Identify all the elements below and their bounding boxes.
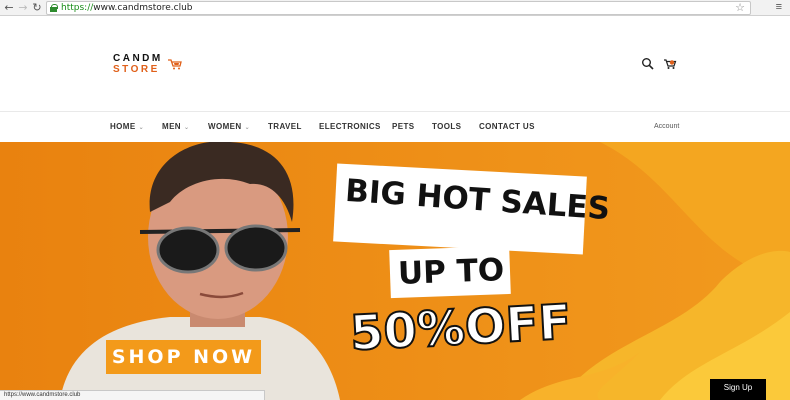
url-host: www.candmstore.club: [93, 3, 193, 13]
nav-item-contact[interactable]: CONTACT US: [479, 122, 535, 131]
browser-toolbar: ← → ↻ https://www.candmstore.club ☆ ≡: [0, 0, 790, 16]
browser-menu-icon[interactable]: ≡: [776, 1, 782, 13]
nav-label: CONTACT US: [479, 122, 535, 131]
nav-label: TRAVEL: [268, 122, 302, 131]
promo-subline: UP TO: [397, 252, 505, 292]
url-text: https://www.candmstore.club: [61, 3, 193, 13]
nav-label: TOOLS: [432, 122, 462, 131]
site-header: CANDM STORE: [0, 17, 790, 112]
nav-item-travel[interactable]: TRAVEL: [268, 122, 302, 131]
address-bar[interactable]: https://www.candmstore.club ☆: [46, 1, 751, 15]
nav-label: WOMEN: [208, 122, 242, 131]
store-logo[interactable]: CANDM STORE: [113, 53, 193, 79]
cart-icon[interactable]: [663, 57, 677, 71]
nav-label: ELECTRONICS: [319, 122, 381, 131]
nav-label: PETS: [392, 122, 415, 131]
forward-icon[interactable]: →: [16, 1, 30, 15]
browser-status-bar: https://www.candmstore.club: [0, 390, 265, 400]
nav-item-men[interactable]: MEN ⌄: [162, 122, 189, 131]
shop-now-button[interactable]: SHOP NOW: [106, 340, 261, 374]
nav-item-women[interactable]: WOMEN ⌄: [208, 122, 250, 131]
chevron-down-icon: ⌄: [244, 124, 250, 131]
url-scheme: https://: [61, 3, 94, 13]
reload-icon[interactable]: ↻: [30, 1, 44, 15]
nav-label: HOME: [110, 122, 136, 131]
chevron-down-icon: ⌄: [183, 124, 190, 131]
account-link[interactable]: Account: [654, 123, 679, 130]
bookmark-star-icon[interactable]: ☆: [735, 1, 745, 14]
promo-discount: 50%OFF: [348, 293, 574, 363]
chevron-down-icon: ⌄: [138, 124, 145, 131]
search-icon[interactable]: [641, 57, 655, 71]
nav-item-electronics[interactable]: ELECTRONICS: [319, 122, 381, 131]
logo-cart-icon: [168, 59, 182, 70]
nav-item-pets[interactable]: PETS: [392, 122, 415, 131]
nav-item-tools[interactable]: TOOLS: [432, 122, 461, 131]
lock-icon: [50, 4, 58, 12]
main-nav: HOME ⌄ MEN ⌄ WOMEN ⌄ TRAVEL ELECTRONICS PET…: [0, 113, 790, 142]
sign-up-button[interactable]: Sign Up: [710, 379, 766, 400]
nav-item-home[interactable]: HOME ⌄: [110, 122, 144, 131]
back-icon[interactable]: ←: [2, 1, 16, 15]
nav-label: MEN: [162, 122, 181, 131]
